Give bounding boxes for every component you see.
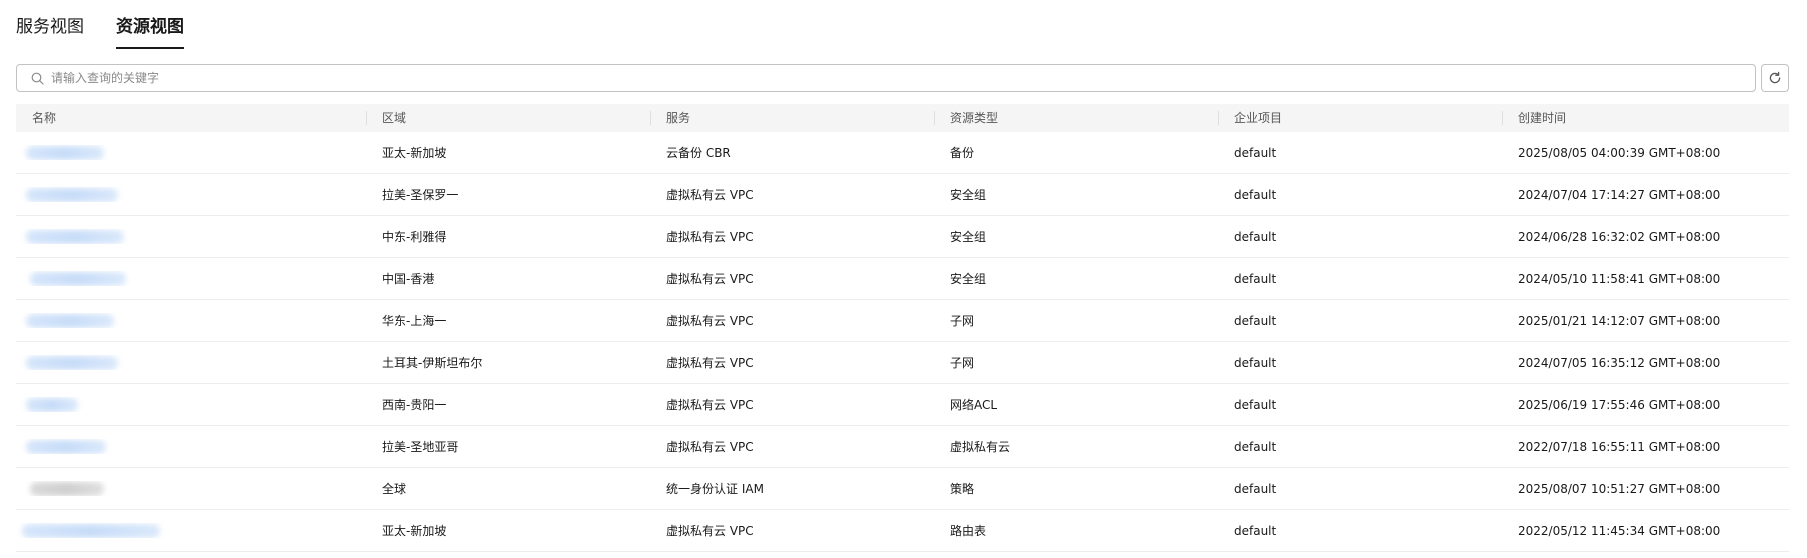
region-cell: 拉美-圣保罗一	[382, 188, 459, 202]
region-cell: 华东-上海一	[382, 314, 447, 328]
region-cell: 中东-利雅得	[382, 230, 447, 244]
enterprise-project-cell: default	[1234, 397, 1277, 412]
search-box[interactable]	[16, 64, 1756, 92]
table-row: 拉美-圣地亚哥 虚拟私有云 VPC 虚拟私有云 default 2022/07/…	[16, 426, 1789, 468]
created-time-cell: 2024/07/05 16:35:12 GMT+08:00	[1518, 355, 1721, 370]
service-cell: 虚拟私有云 VPC	[666, 524, 754, 538]
search-input[interactable]	[51, 66, 1755, 90]
created-time-cell: 2025/01/21 14:12:07 GMT+08:00	[1518, 313, 1721, 328]
resource-type-cell: 网络ACL	[950, 398, 998, 412]
created-time-cell: 2024/05/10 11:58:41 GMT+08:00	[1518, 271, 1721, 286]
service-cell: 虚拟私有云 VPC	[666, 188, 754, 202]
table-header: 名称 区域 服务 资源类型 企业项目 创建时间	[16, 104, 1789, 132]
region-cell: 中国-香港	[382, 272, 435, 286]
service-cell: 虚拟私有云 VPC	[666, 440, 754, 454]
redacted-resource-name[interactable]	[26, 397, 78, 412]
resource-name-cell	[16, 187, 366, 202]
redacted-resource-name[interactable]	[26, 229, 124, 244]
redacted-resource-name[interactable]	[26, 187, 118, 202]
resource-name-cell	[16, 313, 366, 328]
enterprise-project-cell: default	[1234, 355, 1277, 370]
table-row: 中国-香港 虚拟私有云 VPC 安全组 default 2024/05/10 1…	[16, 258, 1789, 300]
service-cell: 虚拟私有云 VPC	[666, 272, 754, 286]
resource-type-cell: 备份	[950, 146, 975, 160]
table-row: 土耳其-伊斯坦布尔 虚拟私有云 VPC 子网 default 2024/07/0…	[16, 342, 1789, 384]
created-time-cell: 2022/07/18 16:55:11 GMT+08:00	[1518, 439, 1721, 454]
service-cell: 云备份 CBR	[666, 146, 731, 160]
redacted-resource-name[interactable]	[22, 523, 160, 538]
redacted-resource-name[interactable]	[26, 313, 114, 328]
created-time-cell: 2025/08/05 04:00:39 GMT+08:00	[1518, 145, 1721, 160]
redacted-resource-name[interactable]	[30, 481, 104, 496]
region-cell: 全球	[382, 482, 407, 496]
resource-name-cell	[16, 439, 366, 454]
redacted-resource-name[interactable]	[30, 271, 126, 286]
enterprise-project-cell: default	[1234, 523, 1277, 538]
column-header-resource-type: 资源类型	[934, 104, 1218, 132]
enterprise-project-cell: default	[1234, 481, 1277, 496]
table-row: 全球 统一身份认证 IAM 策略 default 2025/08/07 10:5…	[16, 468, 1789, 510]
enterprise-project-cell: default	[1234, 271, 1277, 286]
enterprise-project-cell: default	[1234, 229, 1277, 244]
created-time-cell: 2024/07/04 17:14:27 GMT+08:00	[1518, 187, 1721, 202]
table-row: 华东-上海一 虚拟私有云 VPC 子网 default 2025/01/21 1…	[16, 300, 1789, 342]
resource-name-cell	[16, 481, 366, 496]
tab-service-view[interactable]: 服务视图	[16, 14, 84, 50]
resource-type-cell: 虚拟私有云	[950, 440, 1011, 454]
search-icon	[29, 70, 45, 86]
region-cell: 西南-贵阳一	[382, 398, 447, 412]
region-cell: 土耳其-伊斯坦布尔	[382, 356, 483, 370]
column-header-name: 名称	[32, 111, 57, 125]
table-row: 西南-贵阳一 虚拟私有云 VPC 网络ACL default 2025/06/1…	[16, 384, 1789, 426]
created-time-cell: 2025/08/07 10:51:27 GMT+08:00	[1518, 481, 1721, 496]
redacted-resource-name[interactable]	[26, 145, 104, 160]
service-cell: 虚拟私有云 VPC	[666, 230, 754, 244]
column-header-region: 区域	[366, 104, 650, 132]
column-header-service: 服务	[650, 104, 934, 132]
refresh-button[interactable]	[1761, 64, 1789, 92]
service-cell: 虚拟私有云 VPC	[666, 356, 754, 370]
resource-name-cell	[16, 271, 366, 286]
resource-name-cell	[16, 523, 366, 538]
created-time-cell: 2022/05/12 11:45:34 GMT+08:00	[1518, 523, 1721, 538]
resource-type-cell: 安全组	[950, 230, 987, 244]
resource-type-cell: 子网	[950, 356, 975, 370]
created-time-cell: 2024/06/28 16:32:02 GMT+08:00	[1518, 229, 1721, 244]
redacted-resource-name[interactable]	[26, 439, 106, 454]
table-row: 亚太-新加坡 虚拟私有云 VPC 路由表 default 2022/05/12 …	[16, 510, 1789, 552]
resource-type-cell: 子网	[950, 314, 975, 328]
tab-resource-view[interactable]: 资源视图	[116, 14, 184, 50]
search-row	[16, 64, 1789, 92]
resource-type-cell: 安全组	[950, 188, 987, 202]
region-cell: 亚太-新加坡	[382, 146, 447, 160]
column-header-created-time: 创建时间	[1502, 104, 1789, 132]
service-cell: 统一身份认证 IAM	[666, 482, 764, 496]
region-cell: 拉美-圣地亚哥	[382, 440, 459, 454]
enterprise-project-cell: default	[1234, 145, 1277, 160]
service-cell: 虚拟私有云 VPC	[666, 314, 754, 328]
enterprise-project-cell: default	[1234, 439, 1277, 454]
resource-type-cell: 安全组	[950, 272, 987, 286]
resource-type-cell: 策略	[950, 482, 975, 496]
refresh-icon	[1768, 71, 1782, 85]
resource-name-cell	[16, 355, 366, 370]
service-cell: 虚拟私有云 VPC	[666, 398, 754, 412]
enterprise-project-cell: default	[1234, 187, 1277, 202]
resource-table: 名称 区域 服务 资源类型 企业项目 创建时间 亚太-新加坡 云备份 CBR 备…	[16, 104, 1789, 552]
enterprise-project-cell: default	[1234, 313, 1277, 328]
created-time-cell: 2025/06/19 17:55:46 GMT+08:00	[1518, 397, 1721, 412]
table-row: 亚太-新加坡 云备份 CBR 备份 default 2025/08/05 04:…	[16, 132, 1789, 174]
table-row: 拉美-圣保罗一 虚拟私有云 VPC 安全组 default 2024/07/04…	[16, 174, 1789, 216]
view-tabs: 服务视图 资源视图	[16, 14, 184, 50]
table-row: 中东-利雅得 虚拟私有云 VPC 安全组 default 2024/06/28 …	[16, 216, 1789, 258]
column-header-enterprise-project: 企业项目	[1218, 104, 1502, 132]
resource-type-cell: 路由表	[950, 524, 987, 538]
resource-name-cell	[16, 145, 366, 160]
region-cell: 亚太-新加坡	[382, 524, 447, 538]
resource-name-cell	[16, 397, 366, 412]
resource-name-cell	[16, 229, 366, 244]
redacted-resource-name[interactable]	[26, 355, 118, 370]
